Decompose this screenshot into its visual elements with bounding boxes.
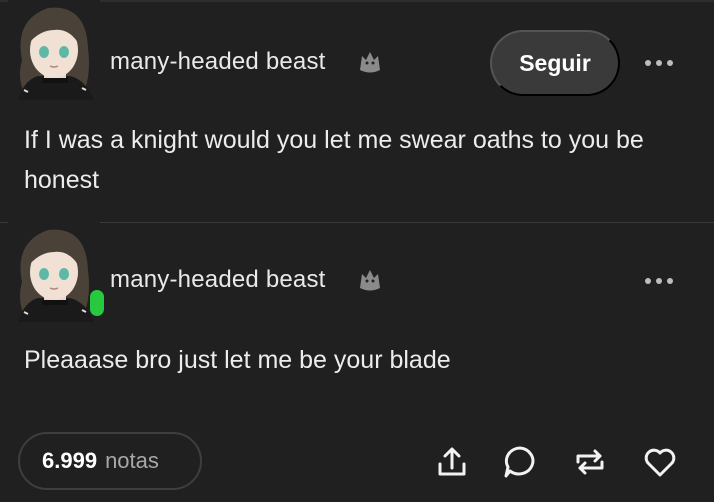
avatar[interactable]	[8, 222, 100, 322]
share-icon[interactable]	[432, 442, 472, 482]
username[interactable]: many-headed beast	[110, 48, 326, 76]
username[interactable]: many-headed beast	[110, 266, 326, 294]
post-text: If I was a knight would you let me swear…	[24, 126, 644, 194]
post-text: Pleaaase bro just let me be your blade	[24, 346, 451, 374]
follow-button[interactable]: Seguir	[490, 30, 620, 96]
notes-label: notas	[105, 448, 159, 473]
wolf-icon	[356, 48, 384, 76]
post-reblog-content: many-headed beast Pleaaase bro just let …	[0, 222, 714, 422]
notes-button[interactable]: 6.999 notas	[18, 432, 202, 490]
more-options-icon[interactable]	[645, 278, 673, 284]
wolf-icon	[356, 266, 384, 294]
reply-icon[interactable]	[500, 442, 540, 482]
more-options-icon[interactable]	[645, 60, 673, 66]
avatar[interactable]	[8, 0, 100, 100]
notes-count: 6.999	[42, 448, 98, 473]
like-icon[interactable]	[640, 442, 680, 482]
online-status-dot	[90, 290, 104, 316]
post-original: many-headed beast Seguir If I was a knig…	[0, 0, 714, 222]
reblog-icon[interactable]	[570, 442, 610, 482]
